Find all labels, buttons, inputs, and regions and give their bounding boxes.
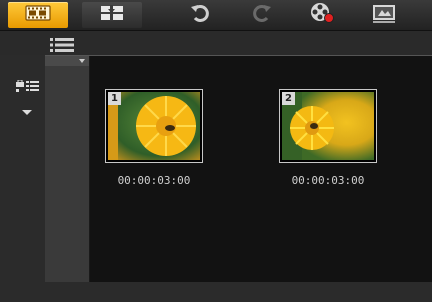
bottom-bar	[0, 282, 432, 302]
media-clip-thumbnail[interactable]: 1	[105, 89, 203, 163]
top-toolbar	[0, 0, 432, 31]
render-icon	[371, 2, 397, 28]
clip-number-badge: 2	[282, 92, 295, 105]
clip-number-badge: 1	[108, 92, 121, 105]
library-sidebar	[45, 56, 90, 283]
redo-button[interactable]	[250, 4, 274, 26]
render-button[interactable]	[372, 4, 396, 26]
library-content: 1 00:00:03:00 2 00:00:03:00	[90, 56, 432, 283]
clip-image	[108, 92, 200, 160]
library-navigation-icon[interactable]	[16, 79, 40, 93]
sort-dropdown[interactable]	[45, 56, 89, 66]
list-view-icon[interactable]	[50, 37, 74, 52]
timeline-icon	[99, 5, 125, 25]
expand-arrow-icon[interactable]	[22, 110, 32, 115]
clip-duration: 00:00:03:00	[117, 174, 191, 187]
left-panel	[0, 55, 45, 302]
undo-button[interactable]	[188, 4, 212, 26]
clip-duration: 00:00:03:00	[291, 174, 365, 187]
record-capture-icon	[309, 2, 335, 28]
redo-icon	[251, 2, 273, 28]
clip-image	[282, 92, 374, 160]
undo-icon	[189, 2, 211, 28]
media-library: 1 00:00:03:00 2 00:00:03:00	[45, 55, 432, 283]
record-capture-button[interactable]	[309, 2, 335, 28]
storyboard-view-button[interactable]	[8, 2, 68, 28]
timeline-view-button[interactable]	[82, 2, 142, 28]
media-clip-thumbnail[interactable]: 2	[279, 89, 377, 163]
storyboard-icon	[25, 5, 51, 25]
secondary-toolbar	[0, 31, 432, 55]
chevron-down-icon	[79, 59, 85, 63]
